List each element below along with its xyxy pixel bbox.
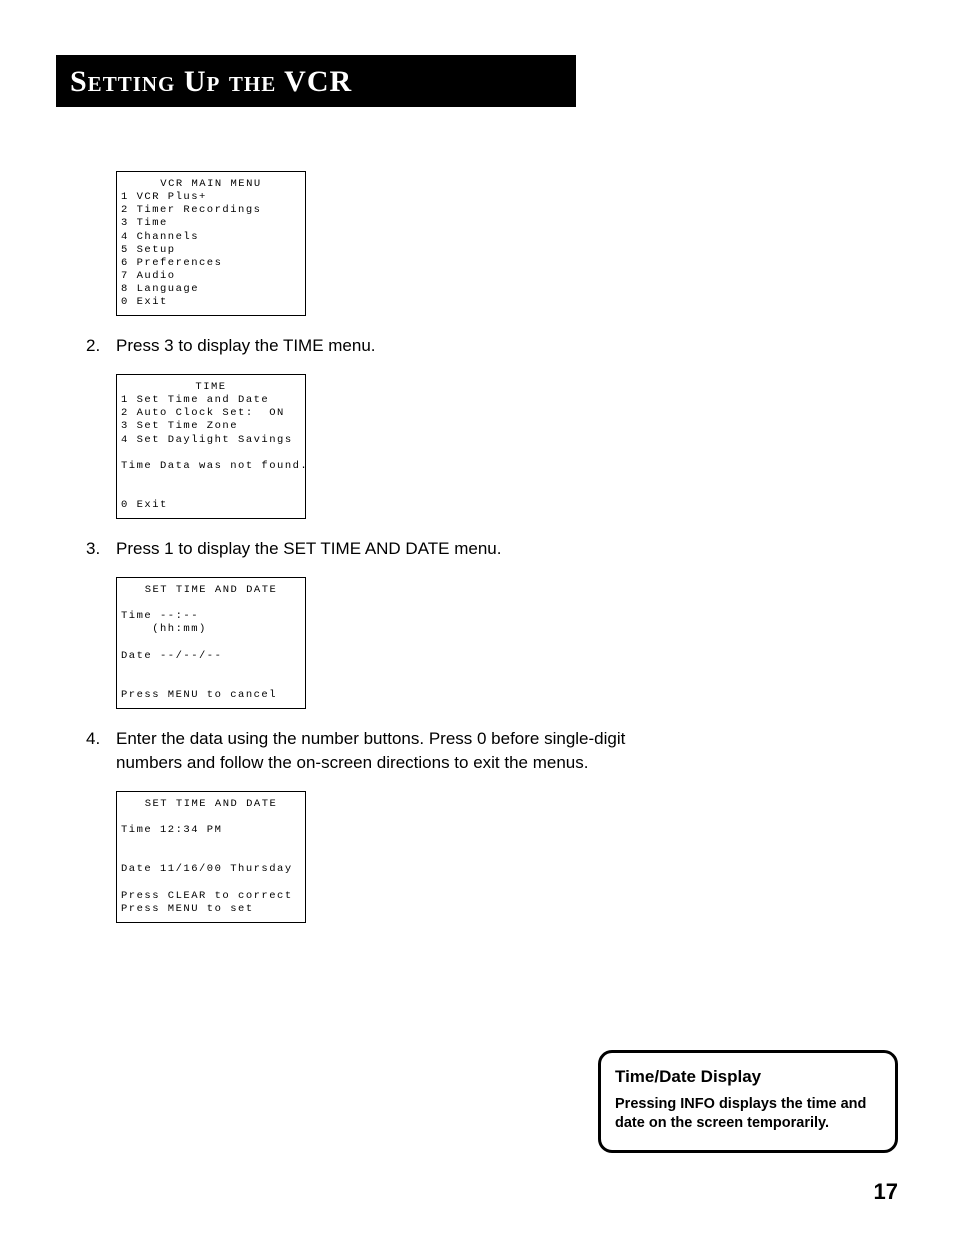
screen-title: TIME bbox=[121, 381, 301, 394]
menu-item: 4 Set Daylight Savings bbox=[121, 434, 293, 446]
step-3: 3. Press 1 to display the SET TIME AND D… bbox=[86, 537, 646, 561]
menu-item: 2 Auto Clock Set: ON bbox=[121, 407, 285, 419]
step-4: 4. Enter the data using the number butto… bbox=[86, 727, 646, 775]
tip-box: Time/Date Display Pressing INFO displays… bbox=[598, 1050, 898, 1153]
page-number: 17 bbox=[874, 1179, 898, 1205]
menu-item: 5 Setup bbox=[121, 244, 176, 256]
menu-item: 3 Set Time Zone bbox=[121, 420, 238, 432]
set-time-blank-screen: SET TIME AND DATE Time --:-- (hh:mm) Dat… bbox=[116, 577, 306, 709]
tip-body: Pressing INFO displays the time and date… bbox=[615, 1095, 881, 1134]
menu-item: 0 Exit bbox=[121, 296, 168, 308]
step-number: 3. bbox=[86, 537, 116, 561]
set-time-filled-screen: SET TIME AND DATE Time 12:34 PM Date 11/… bbox=[116, 791, 306, 923]
step-number: 4. bbox=[86, 727, 116, 775]
menu-item: 3 Time bbox=[121, 217, 168, 229]
step-text: Press 3 to display the TIME menu. bbox=[116, 334, 646, 358]
menu-item: 1 VCR Plus+ bbox=[121, 191, 207, 203]
date-line: Date 11/16/00 Thursday bbox=[121, 863, 293, 875]
menu-item: 2 Timer Recordings bbox=[121, 204, 261, 216]
step-2: 2. Press 3 to display the TIME menu. bbox=[86, 334, 646, 358]
section-header: Setting Up the VCR bbox=[56, 55, 576, 107]
menu-item: 0 Exit bbox=[121, 499, 168, 511]
step-text: Press 1 to display the SET TIME AND DATE… bbox=[116, 537, 646, 561]
screen-title: SET TIME AND DATE bbox=[121, 798, 301, 811]
time-menu-screen: TIME1 Set Time and Date 2 Auto Clock Set… bbox=[116, 374, 306, 519]
screen-title: VCR MAIN MENU bbox=[121, 178, 301, 191]
section-title: Setting Up the VCR bbox=[70, 65, 562, 99]
time-hint: (hh:mm) bbox=[121, 623, 207, 635]
footer-line: Press MENU to set bbox=[121, 903, 254, 915]
menu-item: 7 Audio bbox=[121, 270, 176, 282]
time-line: Time 12:34 PM bbox=[121, 824, 222, 836]
menu-item: 4 Channels bbox=[121, 231, 199, 243]
step-text: Enter the data using the number buttons.… bbox=[116, 727, 646, 775]
status-line: Time Data was not found. bbox=[121, 460, 308, 472]
step-number: 2. bbox=[86, 334, 116, 358]
menu-item: 1 Set Time and Date bbox=[121, 394, 269, 406]
time-line: Time --:-- bbox=[121, 610, 199, 622]
vcr-main-menu-screen: VCR MAIN MENU1 VCR Plus+ 2 Timer Recordi… bbox=[116, 171, 306, 316]
content-area: VCR MAIN MENU1 VCR Plus+ 2 Timer Recordi… bbox=[86, 171, 646, 923]
menu-item: 6 Preferences bbox=[121, 257, 222, 269]
tip-title: Time/Date Display bbox=[615, 1067, 881, 1087]
date-line: Date --/--/-- bbox=[121, 650, 222, 662]
menu-item: 8 Language bbox=[121, 283, 199, 295]
footer-line: Press MENU to cancel bbox=[121, 689, 277, 701]
footer-line: Press CLEAR to correct bbox=[121, 890, 293, 902]
screen-title: SET TIME AND DATE bbox=[121, 584, 301, 597]
